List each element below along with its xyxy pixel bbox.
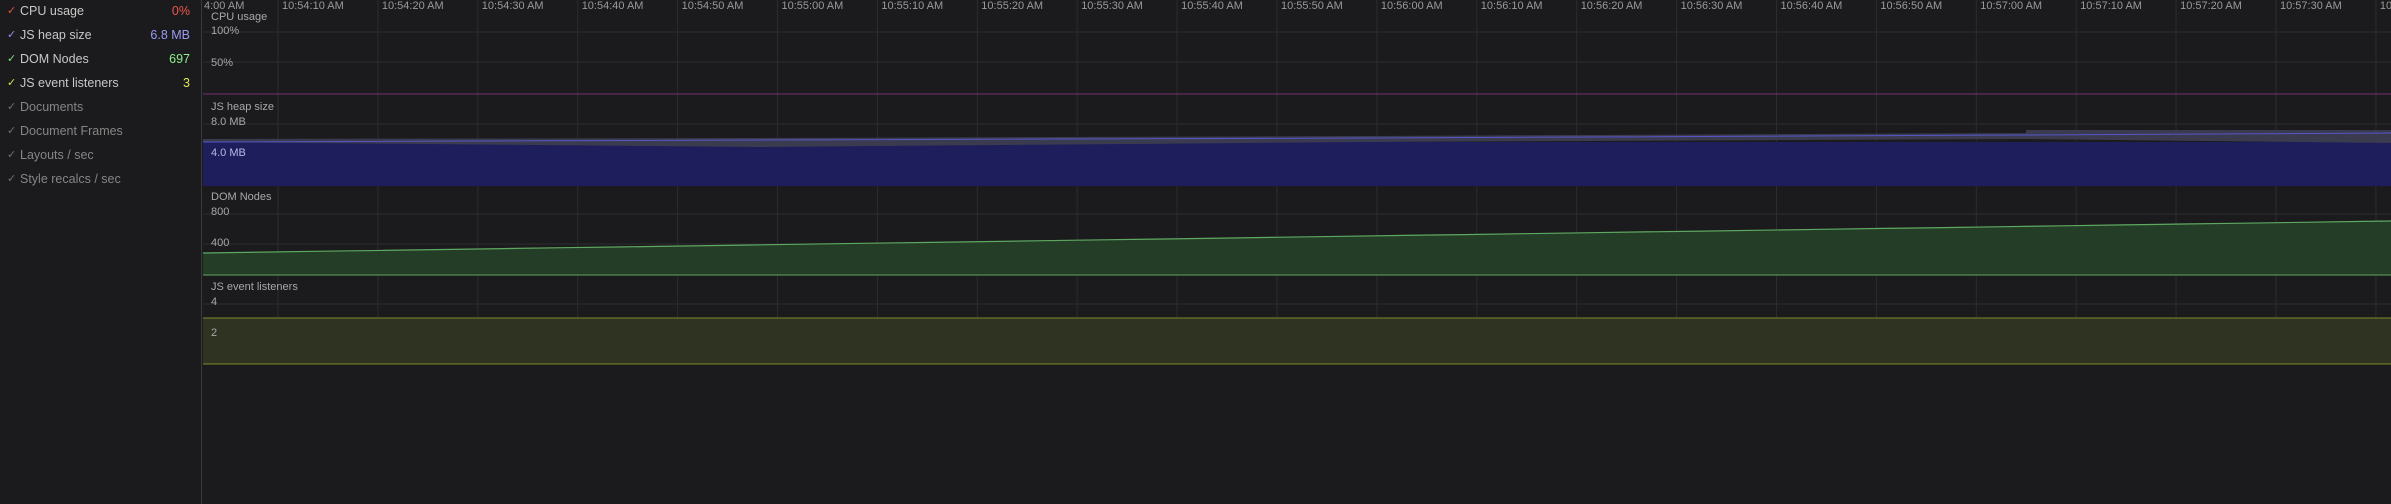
scale-label: 400 [211, 237, 230, 249]
checkmark-icon: ✓ [7, 125, 17, 137]
metric-js-event-listeners[interactable]: ✓ JS event listeners 3 [0, 73, 202, 95]
time-tick-label: 10:57:30 AM [2280, 0, 2342, 12]
metric-layouts-per-sec[interactable]: ✓ Layouts / sec [0, 145, 202, 167]
metric-js-heap-size[interactable]: ✓ JS heap size 6.8 MB [0, 25, 202, 47]
time-tick-label: 10:57:20 AM [2180, 0, 2242, 12]
metric-cpu-usage[interactable]: ✓ CPU usage 0% [0, 1, 202, 23]
metric-label: Layouts / sec [20, 148, 94, 162]
time-tick-label: 10: [2379, 0, 2391, 12]
metric-label: Style recalcs / sec [20, 172, 121, 186]
metric-label: DOM Nodes [20, 52, 89, 66]
metric-value: 0% [171, 4, 190, 18]
metric-value: 6.8 MB [150, 28, 190, 42]
time-tick-label: 10:54:40 AM [581, 0, 644, 12]
time-tick-label: 10:54:20 AM [381, 0, 444, 12]
checkmark-icon: ✓ [7, 53, 17, 65]
metric-documents[interactable]: ✓ Documents [0, 97, 202, 119]
checkmark-icon: ✓ [7, 29, 17, 41]
scale-label: 100% [211, 25, 240, 37]
time-tick-label: 10:54:10 AM [282, 0, 344, 12]
time-tick-label: 10:56:20 AM [1580, 0, 1643, 12]
metric-label: JS heap size [20, 28, 92, 42]
metric-document-frames[interactable]: ✓ Document Frames [0, 121, 202, 143]
metric-label: Documents [20, 100, 84, 114]
scale-label: 4 [211, 296, 218, 308]
scale-label: 800 [211, 206, 230, 218]
checkmark-icon: ✓ [7, 101, 17, 113]
metric-style-recalcs-per-sec[interactable]: ✓ Style recalcs / sec [0, 169, 202, 191]
scale-label: 4.0 MB [211, 147, 246, 159]
track-title-listeners: JS event listeners [211, 281, 298, 293]
track-title-cpu: CPU usage [211, 11, 268, 23]
scale-label: 2 [211, 327, 218, 339]
time-tick-label: 10:55:40 AM [1181, 0, 1243, 12]
time-tick-label: 10:55:10 AM [881, 0, 944, 12]
js-heap-area [203, 142, 2391, 186]
time-tick-label: 10:56:40 AM [1780, 0, 1843, 12]
performance-timeline[interactable]: 4:00 AM 10:54:10 AM 10:54:20 AM 10:54:30 AM… [203, 0, 2391, 504]
time-tick-label: 10:55:00 AM [781, 0, 844, 12]
checkmark-icon: ✓ [7, 5, 17, 17]
time-tick-label: 10:56:00 AM [1380, 0, 1443, 12]
scale-label: 8.0 MB [211, 116, 246, 128]
metric-label: Document Frames [20, 124, 123, 138]
time-tick-label: 10:57:10 AM [2080, 0, 2142, 12]
time-tick-label: 10:56:30 AM [1680, 0, 1743, 12]
js-event-listeners-area [203, 318, 2391, 364]
checkmark-icon: ✓ [7, 173, 17, 185]
checkmark-icon: ✓ [7, 77, 17, 89]
track-title-heap: JS heap size [211, 101, 274, 113]
metric-value: 697 [169, 52, 190, 66]
time-tick-label: 10:56:50 AM [1880, 0, 1943, 12]
metrics-sidebar: ✓ CPU usage 0% ✓ JS heap size 6.8 MB ✓ D… [0, 0, 202, 504]
metric-dom-nodes[interactable]: ✓ DOM Nodes 697 [0, 49, 202, 71]
metric-label: CPU usage [20, 4, 84, 18]
metric-value: 3 [183, 76, 190, 90]
time-tick-label: 10:55:30 AM [1081, 0, 1143, 12]
time-tick-label: 10:55:50 AM [1281, 0, 1343, 12]
metric-label: JS event listeners [20, 76, 119, 90]
checkmark-icon: ✓ [7, 149, 17, 161]
track-title-dom: DOM Nodes [211, 191, 272, 203]
time-tick-label: 10:54:50 AM [681, 0, 744, 12]
time-tick-label: 10:55:20 AM [981, 0, 1044, 12]
time-tick-label: 10:54:30 AM [481, 0, 544, 12]
timeline-graph [203, 0, 2391, 365]
scale-label: 50% [211, 57, 234, 69]
time-tick-label: 10:57:00 AM [1980, 0, 2043, 12]
time-tick-label: 10:56:10 AM [1480, 0, 1543, 12]
